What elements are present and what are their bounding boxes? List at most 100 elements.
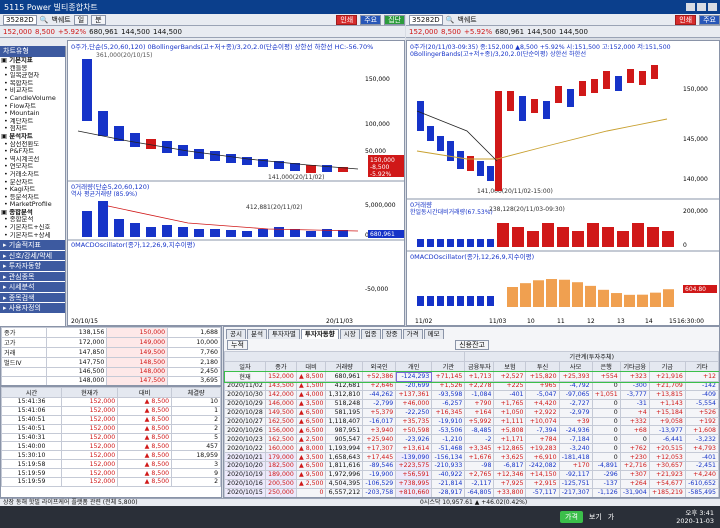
investor-row[interactable]: 2020/10/22 160,000 ▲ 8,000 1,193,994 +17,307… [224, 443, 719, 454]
ticks-header[interactable]: 체결량 [171, 387, 221, 398]
investor-tab[interactable]: 투자자동향 [300, 329, 339, 339]
investor-tab[interactable]: 공시 [226, 329, 246, 339]
investor-row[interactable]: 2020/10/19 189,000 ▲ 9,500 1,972,996 -19,900… [224, 469, 719, 480]
right-chart-panel[interactable]: 0주가(20/11/03-09:35) 종:152,000 ▲8,500 +5.… [406, 40, 720, 326]
stock-code-input[interactable]: 35282D [3, 14, 37, 25]
sidebar-item[interactable]: • Kagi차트 [0, 186, 65, 194]
investor-header[interactable]: 종가 [264, 361, 297, 372]
sidebar-item[interactable]: ▣ 분석차트 [0, 133, 65, 141]
sidebar-button[interactable]: ▸ 투자자동향 [0, 260, 65, 271]
investor-row[interactable]: 현재 152,000 ▲ 8,500 680,961 +52,386 -124,293 +7… [224, 370, 719, 383]
investor-header[interactable]: 기관 [431, 361, 466, 372]
sidebar-item[interactable]: • 계단차트 [0, 118, 65, 126]
investor-cell: -296 [591, 469, 621, 480]
sidebar-item[interactable]: • Mountain [0, 110, 65, 118]
taskbar-view[interactable]: 보기 [589, 512, 602, 522]
investor-header[interactable]: 금융투자 [464, 361, 495, 372]
investor-tab[interactable]: 분석 [246, 329, 267, 339]
taskbar-price-button[interactable]: 가격 [560, 511, 583, 523]
sidebar-item[interactable]: • 연모차트 [0, 163, 65, 171]
ticks-header[interactable]: 대비 [117, 387, 173, 398]
sidebar-item[interactable]: • 일목균형차 [0, 72, 65, 80]
sidebar-item[interactable]: • 분산차트 [0, 179, 65, 187]
investor-header[interactable]: 투신 [525, 361, 560, 372]
investor-row[interactable]: 2020/10/28 149,500 ▲ 6,500 581,195 +5,379 -22… [224, 407, 719, 418]
investor-row[interactable]: 2020/10/23 162,500 ▲ 2,500 905,547 +25,940 -2… [224, 434, 719, 445]
investor-row[interactable]: 2020/10/29 146,000 ▲ 3,500 518,248 -2,799 +46… [224, 398, 719, 409]
credit-balance-button[interactable]: 신용잔고 [455, 340, 489, 350]
print-button[interactable]: 인쇄 [336, 14, 358, 25]
sidebar-item[interactable]: • CandleVolume [0, 95, 65, 103]
ticks-header-row: 시간 현재가 대비 체결량 [1, 387, 221, 398]
investor-header[interactable]: 외국인 [362, 361, 397, 372]
investor-header[interactable]: 기금 [648, 361, 686, 372]
sidebar-item[interactable]: • P&F차트 [0, 148, 65, 156]
investor-tab[interactable]: 투자자별 [267, 329, 300, 339]
ticks-header[interactable]: 현재가 [61, 387, 119, 398]
sidebar-item[interactable]: • 종합분석 [0, 216, 65, 224]
sidebar-item[interactable]: • 캔들봉 [0, 65, 65, 73]
sidebar-item[interactable]: • 점차트 [0, 125, 65, 133]
right-candle [639, 71, 646, 85]
mode-day-button[interactable]: 일 [73, 14, 89, 25]
group-button[interactable]: 집단 [384, 14, 405, 25]
investor-header[interactable]: 개인 [395, 361, 433, 372]
investor-tab[interactable]: 메모 [423, 329, 444, 339]
sidebar-item[interactable]: • 비교차트 [0, 87, 65, 95]
taskbar-lang[interactable]: 가 [608, 512, 614, 522]
left-chart-canvas[interactable]: 0주가,단순(5,20,60,120) 0BollingerBands(고+저+… [68, 41, 405, 326]
investor-cell: -124,293 [395, 371, 433, 382]
investor-tab[interactable]: 업종 [360, 329, 381, 339]
investor-header[interactable]: 은행 [591, 361, 621, 372]
investor-header[interactable]: 거래량 [325, 361, 364, 372]
investor-header[interactable]: 기타금융 [619, 361, 650, 372]
sidebar-item[interactable]: • 복합차트 [0, 80, 65, 88]
sidebar-button[interactable]: ▸ 기술적지표 [0, 239, 65, 250]
sidebar-button[interactable]: ▸ 종목검색 [0, 291, 65, 303]
stock-search-icon[interactable]: 🔍 [40, 16, 49, 24]
sidebar-item[interactable]: • 등분석차트 [0, 194, 65, 202]
investor-row[interactable]: 2020/10/21 179,000 ▲ 3,500 1,658,643 +17,445… [224, 452, 719, 463]
investor-tab[interactable]: 가격 [402, 329, 423, 339]
sidebar-button[interactable]: ▸ 사용자정의 [0, 302, 65, 313]
stock-search-icon-right[interactable]: 🔍 [446, 16, 455, 24]
sidebar-item[interactable]: • 거래소차트 [0, 171, 65, 179]
sidebar-item[interactable]: • MarketProfile [0, 201, 65, 209]
sidebar-item[interactable]: • 기본차트+상세 [0, 232, 65, 240]
cumulative-button[interactable]: 누적 [227, 340, 248, 350]
investor-row[interactable]: 2020/10/15 250,000 0 6,557,212 -203,758 +810,… [224, 487, 719, 497]
investor-header[interactable]: 사모 [558, 361, 593, 372]
stock-code-input-right[interactable]: 35282D [409, 14, 443, 25]
mode-min-button[interactable]: 분 [91, 14, 106, 25]
sidebar-item[interactable]: • 기본차트+신호 [0, 224, 65, 232]
investor-row[interactable]: 2020/10/20 182,500 ▲ 6,500 1,811,616 -89,546… [224, 461, 719, 471]
investor-row[interactable]: 2020/10/30 142,000 ▲ 4,000 1,312,810 -44,262… [224, 389, 719, 400]
investor-row[interactable]: 2020/10/26 156,000 ▲ 6,500 987,951 +3,940 +50… [224, 425, 719, 436]
print-button-right[interactable]: 인쇄 [675, 14, 697, 25]
main-button[interactable]: 주요 [360, 14, 382, 25]
investor-header[interactable]: 대비 [295, 361, 327, 372]
maximize-icon[interactable] [697, 3, 706, 11]
minimize-icon[interactable] [686, 3, 695, 11]
sidebar-button[interactable]: ▸ 신호/강세/약세 [0, 249, 65, 261]
investor-row[interactable]: 2020/10/27 162,500 ▲ 6,500 1,118,407 -16,017… [224, 416, 719, 427]
main-button-right[interactable]: 주요 [699, 14, 720, 25]
investor-header[interactable]: 일자 [224, 361, 266, 372]
sidebar-item[interactable]: • Flow차트 [0, 103, 65, 111]
ticks-header[interactable]: 시간 [1, 387, 63, 398]
investor-tab[interactable]: 시장 [339, 329, 360, 339]
sidebar-button[interactable]: ▸ 관심종목 [0, 270, 65, 282]
investor-row[interactable]: 2020/10/16 200,500 ▲ 2,500 4,504,395 -106,52… [224, 478, 719, 489]
investor-tab[interactable]: 장중 [381, 329, 402, 339]
sidebar-item[interactable]: ▣ 기본지표 [0, 57, 65, 65]
investor-header[interactable]: 보험 [493, 361, 527, 372]
sidebar-item[interactable]: • 역시계곡선 [0, 156, 65, 164]
sidebar-item[interactable]: • 삼선전환도 [0, 141, 65, 149]
sidebar-button[interactable]: ▸ 시세분석 [0, 281, 65, 292]
left-chart-panel[interactable]: 0주가,단순(5,20,60,120) 0BollingerBands(고+저+… [67, 40, 405, 326]
close-icon[interactable] [708, 3, 717, 11]
investor-header[interactable]: 기타 [684, 361, 719, 372]
right-chart-canvas[interactable]: 0주가(20/11/03-09:35) 종:152,000 ▲8,500 +5.… [407, 41, 720, 326]
investor-row[interactable]: 2020/11/02 143,500 ▲ 1,500 412,681 +2,646 -20… [224, 381, 719, 391]
sidebar-item[interactable]: ▣ 종합분석 [0, 209, 65, 217]
